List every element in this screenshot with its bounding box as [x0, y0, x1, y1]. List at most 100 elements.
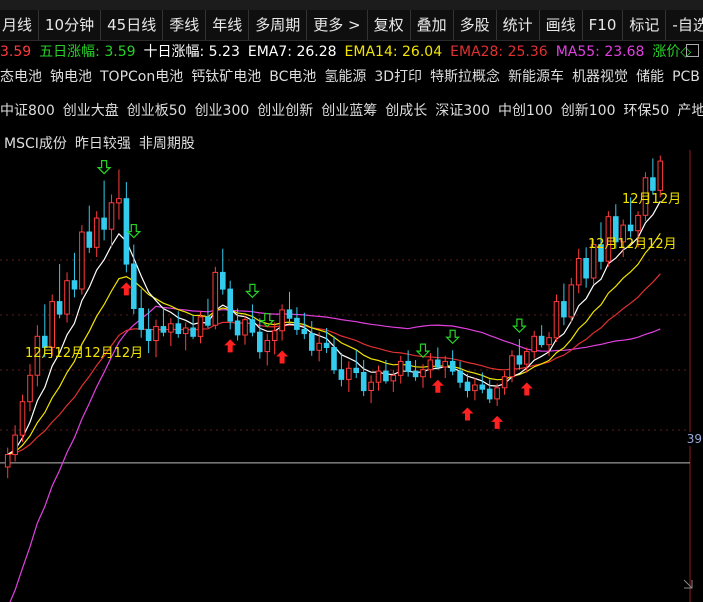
- indicator-value: 26.28: [292, 44, 337, 60]
- candle-body: [49, 301, 56, 349]
- candle-body: [635, 214, 641, 232]
- candle-body: [412, 370, 419, 378]
- concept-tag[interactable]: 创业蓝筹: [321, 103, 377, 119]
- concept-tag[interactable]: 创成长: [385, 103, 427, 119]
- candle-body: [390, 374, 397, 382]
- indicator-3: EMA7: 26.28: [248, 44, 337, 60]
- candle-body: [575, 258, 582, 286]
- concept-tag[interactable]: 昨日较强: [75, 136, 131, 152]
- annotation-label: 12月12月12月12月: [25, 346, 143, 361]
- concept-tag[interactable]: 氢能源: [324, 69, 366, 85]
- toolbar-item-12[interactable]: F10: [583, 10, 624, 40]
- candle-body: [64, 280, 70, 315]
- toolbar-item-6[interactable]: 更多 >: [307, 10, 368, 40]
- concept-tag[interactable]: 创业300: [195, 103, 250, 119]
- candle-body: [531, 335, 538, 353]
- indicator-label: 五日涨幅:: [39, 44, 100, 60]
- concept-tag[interactable]: 非周期股: [139, 136, 195, 152]
- indicator-1: 五日涨幅: 3.59: [39, 41, 135, 61]
- concept-tag[interactable]: 态电池: [0, 69, 42, 85]
- toolbar-item-13[interactable]: 标记: [623, 10, 667, 40]
- kline-chart[interactable]: 12月12月12月12月12月12月12月12月12月: [0, 0, 703, 602]
- concept-tag[interactable]: 中创100: [498, 103, 553, 119]
- toolbar-item-0[interactable]: 月线: [0, 10, 40, 40]
- candle-body: [286, 309, 293, 319]
- sell-arrow-icon: [244, 283, 260, 299]
- candle-body: [553, 301, 560, 339]
- candle-body: [383, 370, 389, 382]
- indicator-label: EMA28:: [450, 44, 504, 60]
- toolbar-item-2[interactable]: 45日线: [101, 10, 164, 40]
- concept-tag[interactable]: 环保50: [624, 103, 670, 119]
- concept-tag[interactable]: 钠电池: [50, 69, 92, 85]
- top-strip-text: [0, 0, 703, 10]
- candle-body: [153, 326, 159, 342]
- concept-tag[interactable]: 钙钛矿电池: [191, 69, 261, 85]
- toolbar-item-10[interactable]: 统计: [497, 10, 540, 40]
- candle-body: [479, 384, 486, 390]
- candle-body: [650, 177, 656, 191]
- top-strip: [0, 0, 703, 10]
- candle-body: [605, 216, 612, 262]
- candle-body: [182, 327, 189, 335]
- indicator-bar: 3.59 五日涨幅: 3.59 十日涨幅: 5.23 EMA7: 26.28 EMA14…: [0, 41, 703, 61]
- candle-body: [271, 330, 278, 341]
- concept-tag[interactable]: 创业大盘: [63, 103, 119, 119]
- concept-tag[interactable]: 机器视觉: [572, 69, 628, 85]
- concept-tag[interactable]: 创业创新: [257, 103, 313, 119]
- toolbar-item-8[interactable]: 叠加: [411, 10, 454, 40]
- concept-tag[interactable]: 创业板50: [127, 103, 187, 119]
- concept-tag[interactable]: 储能: [636, 69, 664, 85]
- candle-body: [227, 288, 233, 322]
- indicator-4: EMA14: 26.04: [345, 44, 443, 60]
- candle-body: [168, 323, 174, 333]
- candle-body: [79, 231, 85, 290]
- ma55-line: [9, 305, 661, 602]
- candle-body: [516, 355, 523, 365]
- candle-body: [494, 387, 500, 400]
- candle-body: [301, 328, 308, 335]
- concept-tag[interactable]: 3D打印: [374, 69, 422, 85]
- toolbar-item-5[interactable]: 多周期: [249, 10, 308, 40]
- concept-tag[interactable]: BC电池: [269, 69, 316, 85]
- indicator-0: 3.59: [0, 44, 31, 60]
- candle-body: [472, 384, 478, 392]
- concept-tag[interactable]: TOPCon电池: [100, 69, 183, 85]
- candle-body: [56, 301, 63, 315]
- toolbar-item-3[interactable]: 季线: [163, 10, 207, 40]
- concept-tag[interactable]: MSCI成份: [4, 136, 67, 152]
- candle-body: [212, 271, 219, 326]
- concept-tag[interactable]: 中证800: [0, 103, 55, 119]
- concept-tag[interactable]: 产地信: [677, 103, 703, 119]
- toolbar-item-1[interactable]: 10分钟: [39, 10, 102, 40]
- concept-tag[interactable]: 深证300: [435, 103, 490, 119]
- buy-arrow-icon: [491, 415, 504, 429]
- indicator-label: 3.59: [0, 44, 32, 60]
- candle-body: [346, 367, 352, 380]
- candle-body: [220, 271, 226, 290]
- toolbar-item-7[interactable]: 复权: [368, 10, 411, 40]
- toolbar-item-14[interactable]: -自选: [666, 10, 703, 40]
- concept-tag[interactable]: PCB: [672, 69, 700, 85]
- candle-body: [123, 198, 130, 265]
- candle-body: [435, 359, 441, 368]
- concept-row-2: 中证800 创业大盘 创业板50 创业300 创业创新 创业蓝筹 创成长 深证300 中创100…: [0, 100, 703, 120]
- ema7-line: [7, 200, 661, 456]
- concept-tag[interactable]: 创新100: [561, 103, 616, 119]
- concept-tag[interactable]: 新能源车: [508, 69, 564, 85]
- candle-body: [457, 370, 463, 383]
- candle-body: [257, 331, 263, 353]
- toolbar-item-11[interactable]: 画线: [540, 10, 583, 40]
- candle-body: [405, 360, 411, 372]
- toolbar-item-9[interactable]: 多股: [454, 10, 497, 40]
- indicator-toggle-button[interactable]: [686, 44, 699, 57]
- indicator-2: 十日涨幅: 5.23: [144, 41, 240, 61]
- buy-arrow-icon: [520, 382, 533, 396]
- candle-body: [561, 301, 567, 318]
- toolbar-item-4[interactable]: 年线: [206, 10, 250, 40]
- concept-tag[interactable]: 特斯拉概念: [430, 69, 500, 85]
- candle-body: [131, 263, 137, 309]
- candle-body: [249, 319, 256, 333]
- candle-body: [583, 258, 589, 279]
- indicator-value: 5.23: [204, 44, 240, 60]
